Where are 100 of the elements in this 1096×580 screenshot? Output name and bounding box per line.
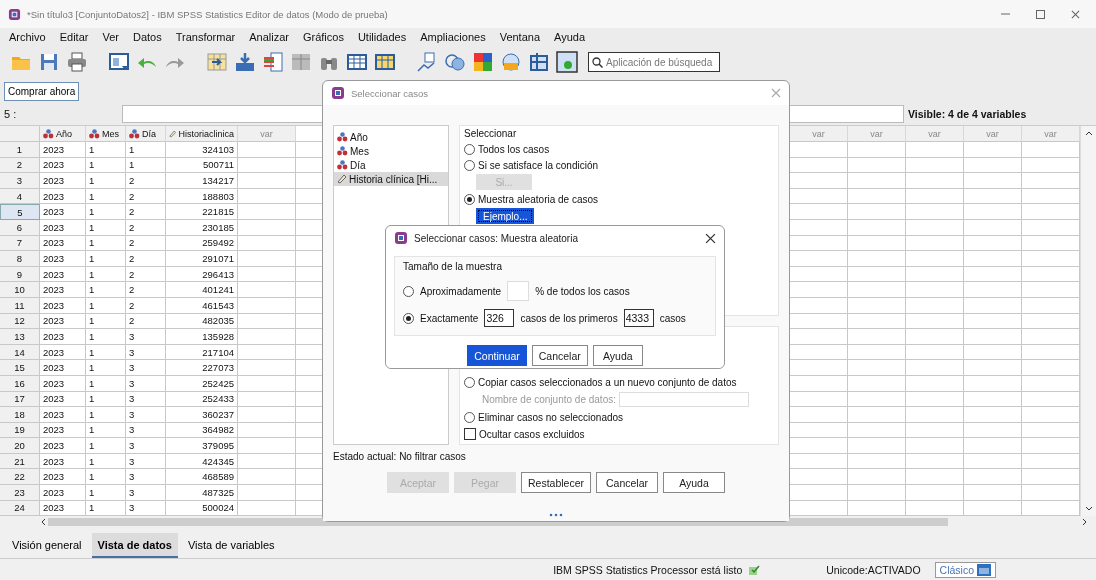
table-cell: 3 xyxy=(126,360,166,376)
dialog-title: Seleccionar casos: Muestra aleatoria xyxy=(414,232,579,244)
empty-cell xyxy=(964,219,1022,236)
resize-grip-icon[interactable] xyxy=(549,513,563,517)
group-title: Seleccionar xyxy=(464,128,518,140)
column-header[interactable]: Día xyxy=(126,126,166,142)
row-number[interactable]: 8 xyxy=(0,251,40,267)
view-tab[interactable]: Visión general xyxy=(6,533,88,559)
radio-button[interactable] xyxy=(464,411,475,423)
row-number[interactable]: 3 xyxy=(0,173,40,189)
three-balls-icon xyxy=(89,128,100,139)
search-icon xyxy=(592,56,603,68)
radio-label: Copiar casos seleccionados a un nuevo conjunto de datos xyxy=(478,376,737,388)
radio-button[interactable] xyxy=(464,376,475,388)
maximize-icon[interactable] xyxy=(1036,9,1045,19)
empty-cell xyxy=(964,235,1022,252)
close-icon[interactable] xyxy=(705,232,716,244)
app-icon xyxy=(394,231,408,245)
menu-item[interactable]: Ayuda xyxy=(547,30,593,43)
row-number[interactable]: 22 xyxy=(0,469,40,486)
search-field[interactable]: Aplicación de búsqueda xyxy=(588,52,720,72)
table-cell: 3 xyxy=(126,438,166,454)
row-number[interactable]: 1 xyxy=(0,142,40,158)
view-tab[interactable]: Vista de datos xyxy=(91,533,178,559)
radio-button[interactable] xyxy=(464,193,475,205)
empty-cell xyxy=(848,344,906,361)
table-cell: 134217 xyxy=(166,173,238,189)
input-field[interactable] xyxy=(619,392,749,407)
row-number[interactable]: 5 xyxy=(0,204,40,220)
dialog-button[interactable]: Cancelar xyxy=(531,345,588,366)
menu-item[interactable]: Transformar xyxy=(168,30,243,43)
status-text: IBM SPSS Statistics Processor está listo xyxy=(553,563,743,576)
empty-cell xyxy=(964,204,1022,220)
empty-cell xyxy=(848,422,906,439)
empty-cell xyxy=(964,297,1022,314)
vertical-scrollbar[interactable] xyxy=(1080,126,1096,517)
row-number[interactable]: 20 xyxy=(0,438,40,454)
empty-cell xyxy=(906,438,964,454)
menu-item[interactable]: Utilidades xyxy=(350,30,414,43)
row-number[interactable]: 13 xyxy=(0,329,40,345)
field-suffix: casos xyxy=(659,312,686,324)
dialog-button[interactable]: Ayuda xyxy=(663,472,725,493)
row-number[interactable]: 23 xyxy=(0,485,40,501)
menu-item[interactable]: Ventana xyxy=(492,30,548,43)
radio-button[interactable] xyxy=(464,143,475,155)
menu-item[interactable]: Analizar xyxy=(242,30,296,43)
radio-button[interactable] xyxy=(464,159,475,171)
option-button[interactable]: Ejemplo... xyxy=(476,208,535,224)
radio-button[interactable] xyxy=(403,285,414,297)
view-tab[interactable]: Vista de variables xyxy=(181,533,281,559)
empty-cell xyxy=(848,282,906,298)
table-cross-icon xyxy=(528,51,550,73)
checkbox[interactable] xyxy=(464,428,476,440)
empty-cell xyxy=(964,407,1022,423)
menu-item[interactable]: Editar xyxy=(52,30,96,43)
column-name: var xyxy=(986,128,999,139)
window-title: *Sin título3 [ConjuntoDatos2] - IBM SPSS Statistics Editor de datos (Modo de prueba) xyxy=(27,8,389,20)
empty-cell xyxy=(964,282,1022,298)
buy-button[interactable]: Comprar ahora xyxy=(4,81,80,101)
row-number[interactable]: 10 xyxy=(0,282,40,298)
menu-item[interactable]: Datos xyxy=(125,30,169,43)
radio-button[interactable] xyxy=(403,312,414,324)
column-name: Día xyxy=(142,128,156,139)
variable-item[interactable]: Día xyxy=(334,158,448,172)
input-field[interactable] xyxy=(507,281,530,301)
variable-item[interactable]: Año xyxy=(334,130,448,144)
mode-button[interactable]: Clásico xyxy=(934,561,996,578)
column-name: var xyxy=(1044,128,1057,139)
column-header[interactable]: Mes xyxy=(86,126,126,142)
input-field[interactable]: 4333 xyxy=(623,309,654,327)
radio-label: Eliminar casos no seleccionados xyxy=(478,411,624,423)
variable-item[interactable]: Mes xyxy=(334,144,448,158)
menu-item[interactable]: Ver xyxy=(95,30,126,43)
dialog-button[interactable]: Cancelar xyxy=(596,472,658,493)
menu-item[interactable]: Gráficos xyxy=(295,30,351,43)
empty-cell xyxy=(906,235,964,252)
table-arrow-icon xyxy=(206,51,228,73)
row-number[interactable]: 18 xyxy=(0,407,40,423)
menu-item[interactable]: Ampliaciones xyxy=(413,30,493,43)
row-number[interactable]: 15 xyxy=(0,360,40,376)
empty-cell xyxy=(964,173,1022,189)
dialog-button[interactable]: Restablecer xyxy=(521,472,591,493)
dialog-button[interactable]: Continuar xyxy=(467,345,527,366)
table-cell: 2023 xyxy=(40,391,86,408)
table-cell: 1 xyxy=(86,219,126,236)
column-header[interactable]: Historiaclinica xyxy=(166,126,238,142)
column-header[interactable]: Año xyxy=(40,126,86,142)
checkbox-label: Ocultar casos excluidos xyxy=(479,428,585,440)
three-balls-icon xyxy=(129,128,140,139)
menu-item[interactable]: Archivo xyxy=(2,30,53,43)
radio-label: Exactamente xyxy=(420,312,479,324)
window-icon xyxy=(108,51,130,73)
input-field[interactable]: 326 xyxy=(484,309,515,327)
table-icon xyxy=(374,51,396,73)
dialog-button[interactable]: Ayuda xyxy=(592,345,643,366)
table-cell: 1 xyxy=(86,157,126,174)
corner-cell[interactable] xyxy=(0,126,40,142)
table-cell: 401241 xyxy=(166,282,238,298)
variable-item[interactable]: Historia clínica [Hi... xyxy=(334,172,448,186)
column-name: Año xyxy=(56,128,72,139)
